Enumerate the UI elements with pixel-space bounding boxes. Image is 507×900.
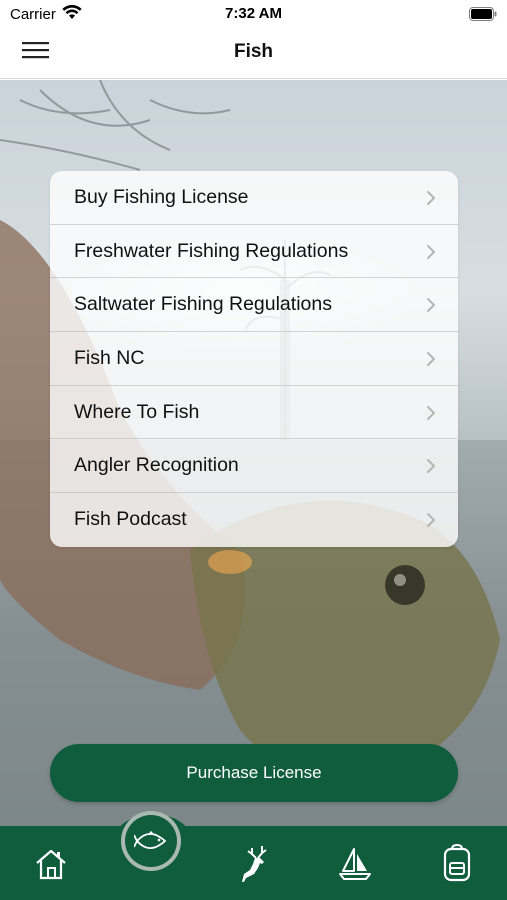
fish-menu-list: Buy Fishing License Freshwater Fishing R… xyxy=(50,171,458,547)
home-icon xyxy=(36,849,66,880)
page-title: Fish xyxy=(233,41,274,62)
sailboat-icon xyxy=(339,848,371,880)
menu-item-buy-fishing-license[interactable]: Buy Fishing License xyxy=(50,171,458,225)
menu-item-label: Saltwater Fishing Regulations xyxy=(74,293,332,316)
menu-item-fish-nc[interactable]: Fish NC xyxy=(50,332,458,386)
menu-item-label: Where To Fish xyxy=(74,400,200,423)
menu-item-label: Fish NC xyxy=(74,346,145,369)
chevron-right-icon xyxy=(427,459,435,474)
battery-icon xyxy=(469,7,497,26)
tab-hunt[interactable] xyxy=(238,844,274,884)
status-bar: Carrier 7:32 AM xyxy=(0,0,507,28)
menu-item-label: Fish Podcast xyxy=(74,508,187,531)
menu-item-angler-recognition[interactable]: Angler Recognition xyxy=(50,439,458,494)
purchase-license-button[interactable]: Purchase License xyxy=(50,744,458,802)
tab-boating[interactable] xyxy=(337,846,373,882)
tab-fish[interactable] xyxy=(125,815,177,867)
menu-item-label: Buy Fishing License xyxy=(74,185,249,208)
navigation-bar: Fish xyxy=(0,28,507,79)
chevron-right-icon xyxy=(427,298,435,313)
tab-fish-highlight xyxy=(121,811,181,871)
menu-item-label: Angler Recognition xyxy=(74,454,239,477)
chevron-right-icon xyxy=(427,191,435,205)
chevron-right-icon xyxy=(427,513,435,528)
menu-item-where-to-fish[interactable]: Where To Fish xyxy=(50,386,458,440)
tab-backpack[interactable] xyxy=(439,843,475,883)
menu-item-fish-podcast[interactable]: Fish Podcast xyxy=(50,493,458,547)
tab-home[interactable] xyxy=(33,846,69,882)
chevron-right-icon xyxy=(427,352,435,367)
menu-item-freshwater-regulations[interactable]: Freshwater Fishing Regulations xyxy=(50,225,458,279)
status-time: 7:32 AM xyxy=(225,5,282,22)
backpack-icon xyxy=(443,843,471,882)
fish-icon xyxy=(134,830,167,850)
chevron-right-icon xyxy=(427,244,435,259)
chevron-right-icon xyxy=(427,405,435,420)
menu-item-saltwater-regulations[interactable]: Saltwater Fishing Regulations xyxy=(50,278,458,333)
menu-item-label: Freshwater Fishing Regulations xyxy=(74,239,349,262)
deer-icon xyxy=(242,846,267,882)
